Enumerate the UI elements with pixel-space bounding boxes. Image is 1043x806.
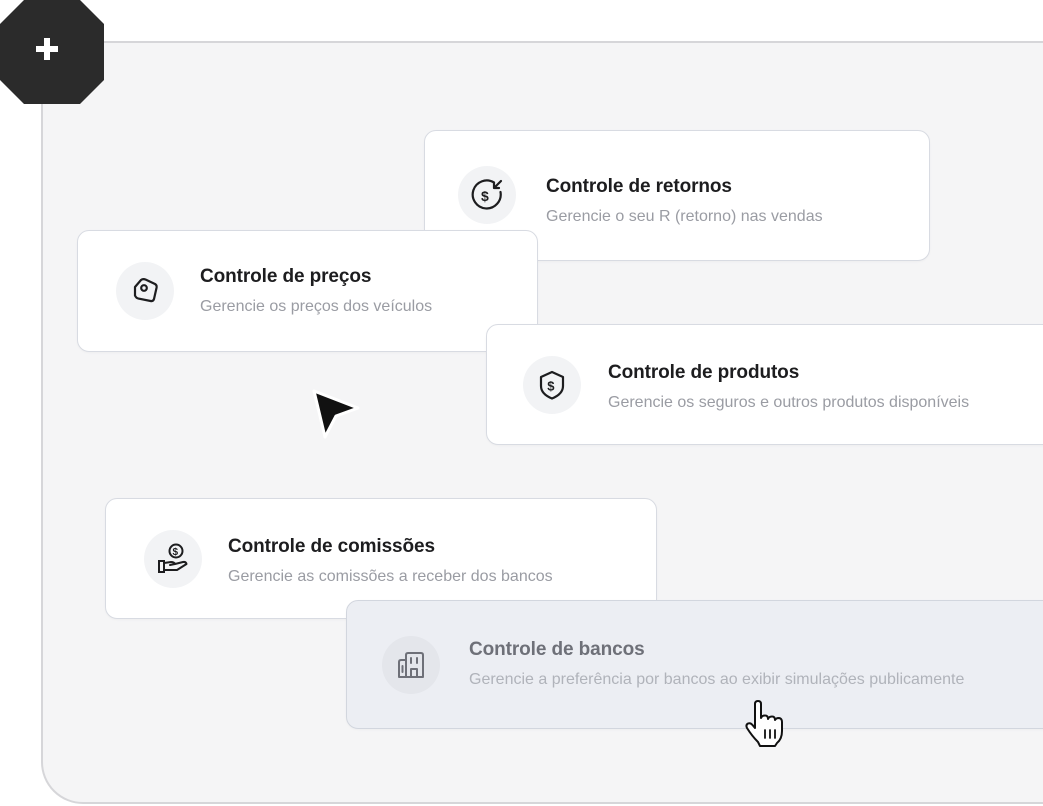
card-title: Controle de produtos [608, 362, 800, 383]
plus-icon [0, 0, 104, 104]
card-description: Gerencie os seguros e outros produtos di… [608, 394, 970, 411]
card-description: Gerencie as comissões a receber dos banc… [228, 568, 553, 585]
card-description: Gerencie o seu R (retorno) nas vendas [546, 208, 823, 225]
card-description: Gerencie os preços dos veículos [200, 298, 433, 315]
arrow-cursor-icon [310, 388, 362, 445]
card-controle-produtos[interactable]: $ Controle de produtos Gerencie os segur… [486, 324, 1043, 445]
svg-text:$: $ [547, 379, 555, 394]
price-tag-icon [116, 262, 174, 320]
card-description: Gerencie a preferência por bancos ao exi… [469, 671, 965, 688]
svg-text:$: $ [173, 547, 179, 558]
svg-text:$: $ [481, 188, 489, 204]
card-controle-bancos[interactable]: Controle de bancos Gerencie a preferênci… [346, 600, 1043, 729]
card-title: Controle de preços [200, 266, 372, 287]
canvas: $ Controle de retornos Gerencie o seu R … [0, 0, 1043, 806]
card-title: Controle de retornos [546, 176, 732, 197]
card-title: Controle de comissões [228, 536, 435, 557]
hand-coin-icon: $ [144, 530, 202, 588]
card-title: Controle de bancos [469, 639, 645, 660]
dollar-return-icon: $ [458, 166, 516, 224]
add-badge[interactable] [0, 0, 104, 104]
dollar-shield-icon: $ [523, 356, 581, 414]
card-controle-precos[interactable]: Controle de preços Gerencie os preços do… [77, 230, 538, 352]
bank-building-icon [382, 636, 440, 694]
hand-pointer-cursor-icon [742, 700, 788, 753]
